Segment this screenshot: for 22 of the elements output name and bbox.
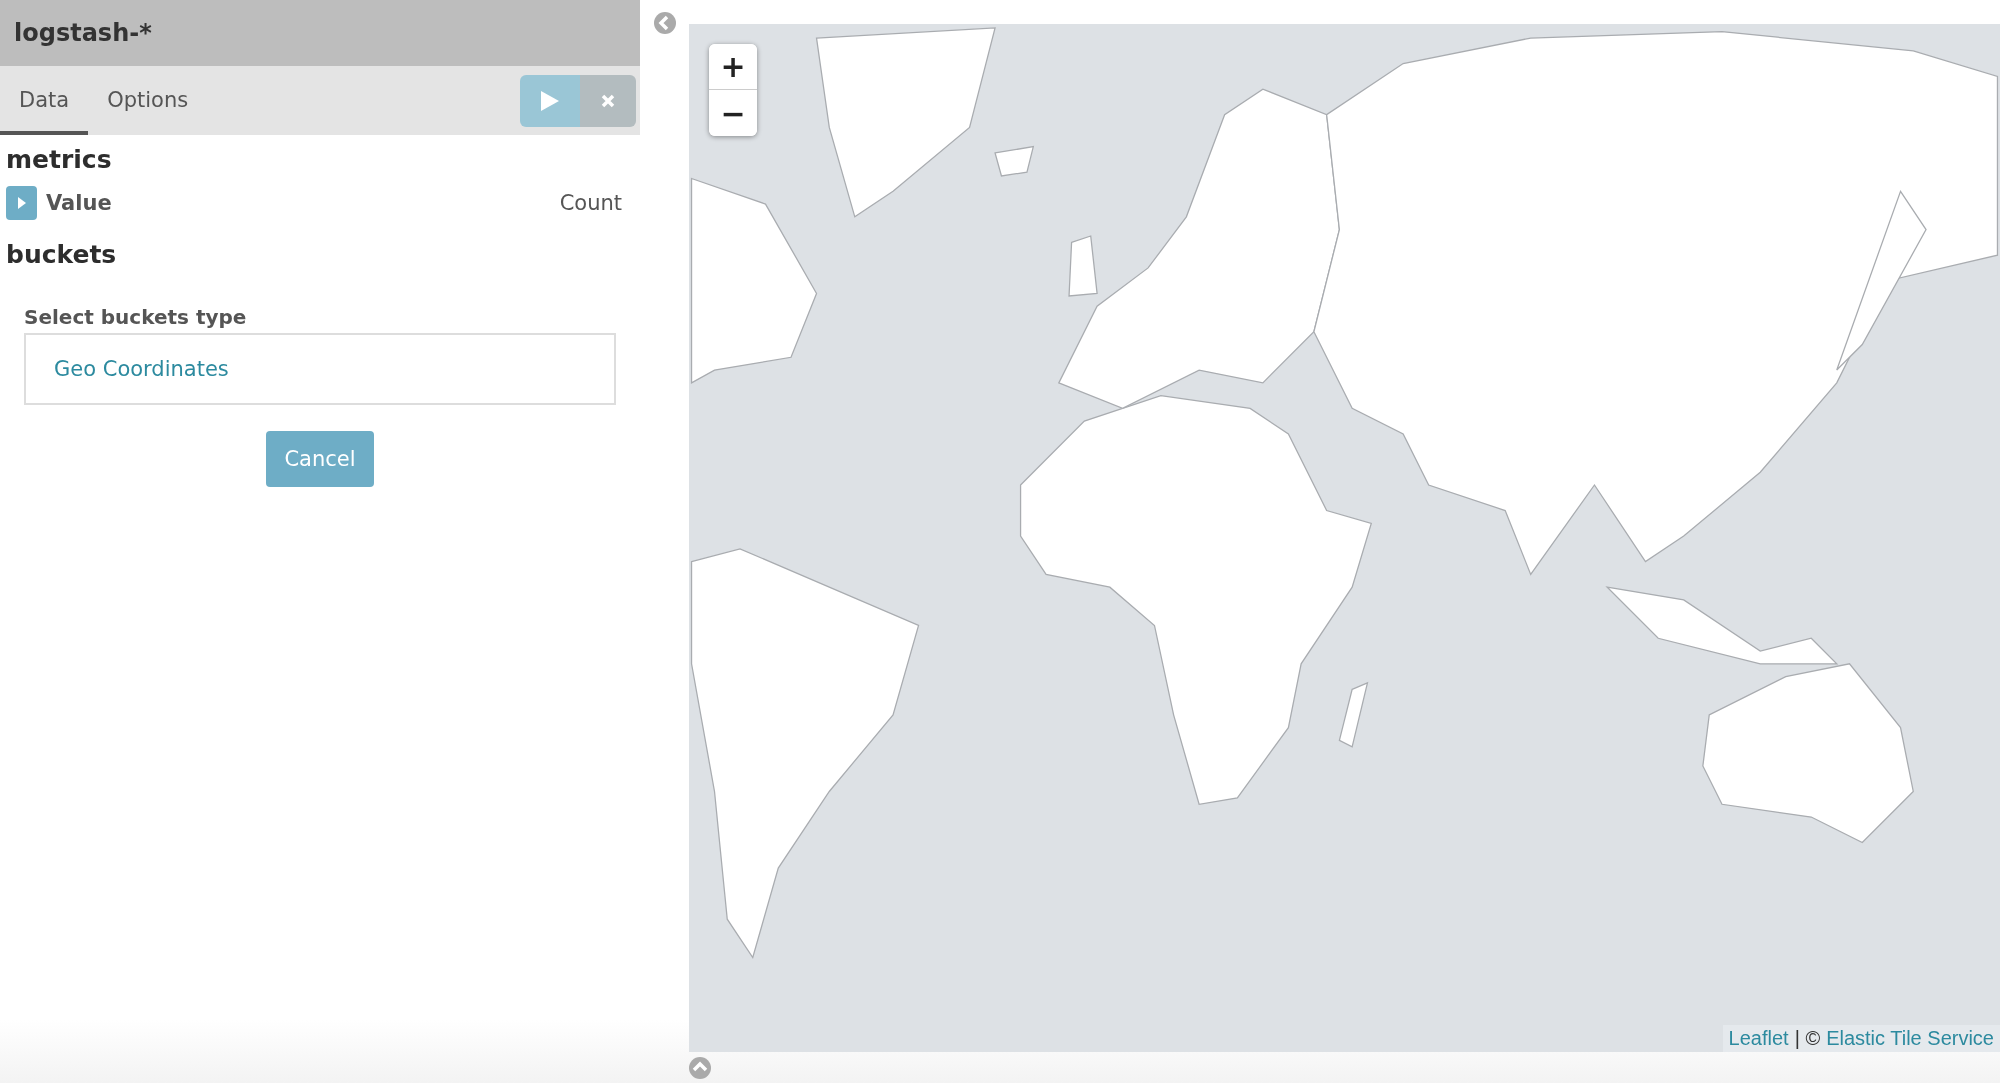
metric-value: Count [559, 191, 622, 215]
field-label: Select buckets type [24, 305, 248, 329]
list-option[interactable]: Geo Coordinates [54, 357, 229, 381]
close-button[interactable] [580, 74, 636, 127]
caret-icon [17, 197, 26, 209]
tab[interactable]: Data [0, 69, 89, 135]
attribution-link[interactable]: Elastic Tile Service [1826, 1027, 1994, 1050]
tab[interactable]: Options [88, 69, 208, 135]
collapse-icon[interactable] [653, 12, 676, 34]
zoom-in-button[interactable]: + [709, 44, 757, 90]
play-icon [541, 90, 559, 111]
section-heading: metrics [6, 145, 113, 174]
attribution-link[interactable]: Leaflet [1728, 1027, 1789, 1050]
section-heading: buckets [6, 240, 118, 269]
expand-up-icon[interactable] [689, 1056, 711, 1079]
metric-label: Value [46, 191, 113, 215]
play-button[interactable] [520, 74, 580, 127]
zoom-out-button[interactable]: − [709, 90, 757, 136]
expand-toggle[interactable] [6, 186, 37, 220]
index-pattern-title: logstash-* [14, 19, 152, 47]
close-icon [601, 93, 615, 108]
attribution-text: | © [1794, 1027, 1821, 1050]
